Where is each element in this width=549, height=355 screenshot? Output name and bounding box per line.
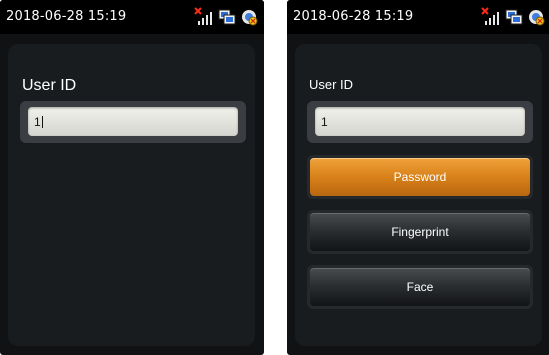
camera-icon	[527, 8, 545, 26]
user-id-label: User ID	[22, 77, 77, 94]
password-button[interactable]: Password	[310, 158, 530, 196]
status-icons	[481, 7, 547, 27]
fingerprint-button-frame: Fingerprint	[307, 210, 533, 254]
face-button[interactable]: Face	[310, 268, 530, 306]
face-button-frame: Face	[307, 265, 533, 309]
signal-off-icon	[194, 7, 214, 27]
status-icons	[194, 7, 260, 27]
status-time: 2018-06-28 15:19	[293, 9, 414, 24]
user-id-field-frame: 1	[20, 101, 246, 143]
status-bar: 2018-06-28 15:19	[0, 0, 264, 34]
camera-icon	[240, 8, 258, 26]
user-id-value: 1	[34, 115, 43, 129]
network-icon	[218, 8, 236, 26]
status-bar: 2018-06-28 15:19	[287, 0, 549, 34]
password-button-frame: Password	[307, 155, 533, 199]
text-cursor	[41, 116, 43, 128]
status-time: 2018-06-28 15:19	[6, 9, 127, 24]
user-id-label: User ID	[309, 77, 354, 92]
fingerprint-button[interactable]: Fingerprint	[310, 213, 530, 251]
left-device-screen: 2018-06-28 15:19 User ID 1	[0, 0, 264, 355]
network-icon	[505, 8, 523, 26]
signal-off-icon	[481, 7, 501, 27]
user-id-input[interactable]: 1	[28, 107, 238, 136]
right-device-screen: 2018-06-28 15:19 User ID 1 Password Fing…	[287, 0, 549, 355]
user-id-field-frame: 1	[307, 101, 533, 143]
user-id-value: 1	[321, 115, 328, 129]
user-id-input[interactable]: 1	[315, 107, 525, 136]
